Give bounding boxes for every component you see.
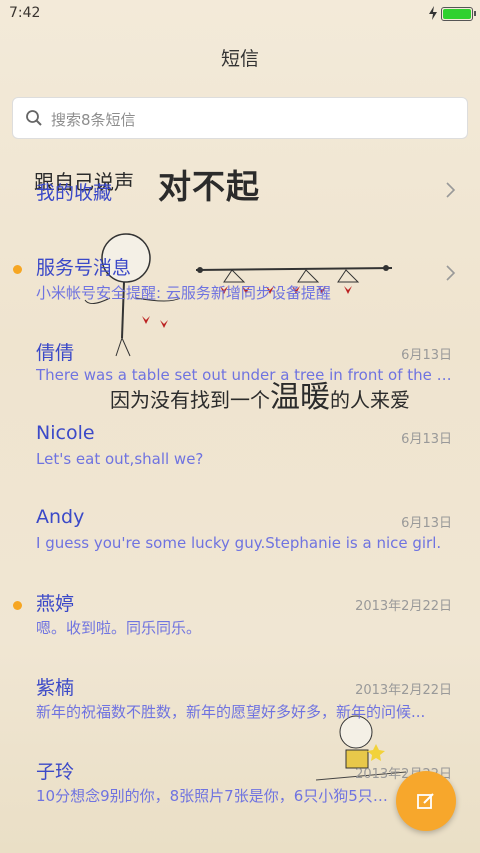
conversation-name: 我的收藏 (36, 182, 113, 204)
search-placeholder: 搜索8条短信 (51, 111, 136, 129)
unread-dot (13, 265, 22, 274)
conversation-item[interactable]: Nicole 6月13日 Let's eat out,shall we? (0, 422, 480, 504)
battery-icon (441, 7, 476, 21)
conversation-date: 6月13日 (401, 348, 452, 363)
conversation-item[interactable]: Andy 6月13日 I guess you're some lucky guy… (0, 506, 480, 588)
conversation-preview: There was a table set out under a tree i… (36, 366, 456, 384)
conversation-name: 子玲 (36, 761, 75, 783)
chevron-right-icon (446, 265, 456, 281)
compose-button[interactable] (396, 771, 456, 831)
conversation-name: 服务号消息 (36, 257, 132, 279)
conversation-item[interactable]: 燕婷 2013年2月22日 嗯。收到啦。同乐同乐。 (0, 589, 480, 671)
conversation-preview: 小米帐号安全提醒: 云服务新增同步设备提醒 (36, 284, 331, 302)
conversation-date: 6月13日 (401, 516, 452, 531)
unread-dot (13, 601, 22, 610)
conversation-preview: 新年的祝福数不胜数，新年的愿望好多好多，新年的问候... (36, 703, 426, 721)
conversation-name: Nicole (36, 422, 95, 444)
conversation-preview: Let's eat out,shall we? (36, 450, 204, 468)
conversation-name: 倩倩 (36, 342, 75, 364)
conversation-preview: 嗯。收到啦。同乐同乐。 (36, 619, 202, 637)
conversation-date: 6月13日 (401, 432, 452, 447)
conversation-name: 紫楠 (36, 677, 75, 699)
conversation-favorites[interactable]: 我的收藏 (0, 178, 480, 260)
conversation-service-messages[interactable]: 服务号消息 小米帐号安全提醒: 云服务新增同步设备提醒 (0, 253, 480, 335)
search-input[interactable]: 搜索8条短信 (12, 97, 468, 139)
charging-icon (429, 6, 437, 20)
conversation-name: 燕婷 (36, 593, 75, 615)
page-title: 短信 (220, 48, 259, 70)
search-icon (26, 110, 42, 126)
conversation-preview: I guess you're some lucky guy.Stephanie … (36, 534, 442, 552)
status-time: 7:42 (9, 5, 41, 21)
chevron-right-icon (446, 182, 456, 198)
conversation-date: 2013年2月22日 (355, 683, 452, 698)
conversation-date: 2013年2月22日 (355, 599, 452, 614)
conversation-item[interactable]: 紫楠 2013年2月22日 新年的祝福数不胜数，新年的愿望好多好多，新年的问候.… (0, 673, 480, 755)
status-bar: 7:42 (0, 0, 480, 26)
compose-icon (417, 793, 434, 809)
conversation-item[interactable]: 倩倩 6月13日 There was a table set out under… (0, 338, 480, 420)
conversation-name: Andy (36, 506, 85, 528)
conversation-preview: 10分想念9别的你，8张照片7张是你，6只小狗5只像你 (36, 787, 396, 805)
